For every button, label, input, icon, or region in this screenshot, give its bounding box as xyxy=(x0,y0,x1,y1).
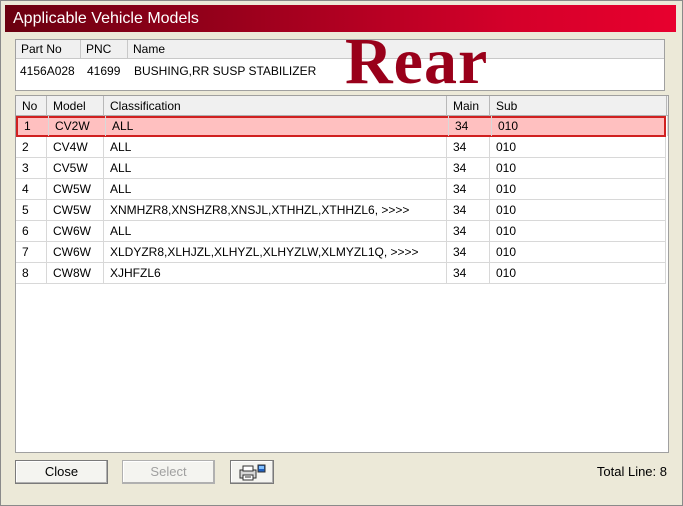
pnc-value: 41699 xyxy=(87,64,121,78)
cell-classification: ALL xyxy=(104,179,447,199)
printer-icon xyxy=(239,464,266,481)
table-row[interactable]: 6 CW6W ALL 34 010 xyxy=(16,221,666,242)
cell-sub: 010 xyxy=(490,200,666,220)
cell-main: 34 xyxy=(447,221,490,241)
cell-model: CV2W xyxy=(49,116,106,136)
cell-sub: 010 xyxy=(490,158,666,178)
cell-sub: 010 xyxy=(490,263,666,283)
cell-model: CV4W xyxy=(47,137,104,157)
table-row[interactable]: 1 CV2W ALL 34 010 xyxy=(16,116,668,137)
column-header-sub[interactable]: Sub xyxy=(490,96,667,116)
cell-classification: ALL xyxy=(104,137,447,157)
table-row[interactable]: 8 CW8W XJHFZL6 34 010 xyxy=(16,263,666,284)
cell-model: CW5W xyxy=(47,200,104,220)
print-button[interactable] xyxy=(230,460,274,484)
applicable-vehicle-models-window: Applicable Vehicle Models Part No PNC Na… xyxy=(0,0,683,506)
cell-main: 34 xyxy=(449,116,492,136)
part-no-header: Part No xyxy=(16,40,81,59)
table-row[interactable]: 2 CV4W ALL 34 010 xyxy=(16,137,666,158)
part-info-panel: Part No PNC Name 4156A028 41699 BUSHING,… xyxy=(15,39,665,91)
cell-main: 34 xyxy=(447,179,490,199)
column-header-main[interactable]: Main xyxy=(447,96,490,116)
cell-no: 6 xyxy=(16,221,47,241)
cell-sub: 010 xyxy=(492,116,668,136)
column-header-classification[interactable]: Classification xyxy=(104,96,447,116)
cell-classification: ALL xyxy=(104,221,447,241)
cell-model: CW8W xyxy=(47,263,104,283)
table-header: No Model Classification Main Sub xyxy=(16,96,668,116)
pnc-header: PNC xyxy=(81,40,128,59)
table-row[interactable]: 5 CW5W XNMHZR8,XNSHZR8,XNSJL,XTHHZL,XTHHZL… xyxy=(16,200,666,221)
cell-classification: XLDYZR8,XLHJZL,XLHYZL,XLHYZLW,XLMYZL1Q, … xyxy=(104,242,447,262)
cell-classification: ALL xyxy=(104,158,447,178)
column-header-model[interactable]: Model xyxy=(47,96,104,116)
part-name-value: BUSHING,RR SUSP STABILIZER xyxy=(134,64,317,78)
cell-sub: 010 xyxy=(490,242,666,262)
part-info-header: Part No PNC Name xyxy=(16,40,664,59)
cell-model: CW5W xyxy=(47,179,104,199)
total-line-count: Total Line: 8 xyxy=(596,464,667,479)
cell-sub: 010 xyxy=(490,179,666,199)
rear-overlay-label: Rear xyxy=(345,25,489,98)
cell-sub: 010 xyxy=(490,137,666,157)
part-no-value: 4156A028 xyxy=(20,64,75,78)
cell-model: CV5W xyxy=(47,158,104,178)
cell-no: 2 xyxy=(16,137,47,157)
table-row[interactable]: 7 CW6W XLDYZR8,XLHJZL,XLHYZL,XLHYZLW,XLMYZ… xyxy=(16,242,666,263)
title-bar[interactable]: Applicable Vehicle Models xyxy=(5,5,676,32)
cell-no: 8 xyxy=(16,263,47,283)
cell-model: CW6W xyxy=(47,221,104,241)
cell-no: 5 xyxy=(16,200,47,220)
cell-no: 1 xyxy=(18,116,49,136)
cell-main: 34 xyxy=(447,263,490,283)
part-info-row: 4156A028 41699 BUSHING,RR SUSP STABILIZE… xyxy=(16,64,664,82)
select-button[interactable]: Select xyxy=(122,460,215,484)
cell-classification: ALL xyxy=(106,116,449,136)
column-header-no[interactable]: No xyxy=(16,96,47,116)
cell-main: 34 xyxy=(447,158,490,178)
cell-no: 4 xyxy=(16,179,47,199)
cell-sub: 010 xyxy=(490,221,666,241)
close-button[interactable]: Close xyxy=(15,460,108,484)
table-row[interactable]: 3 CV5W ALL 34 010 xyxy=(16,158,666,179)
table-row[interactable]: 4 CW5W ALL 34 010 xyxy=(16,179,666,200)
cell-main: 34 xyxy=(447,200,490,220)
cell-main: 34 xyxy=(447,137,490,157)
cell-model: CW6W xyxy=(47,242,104,262)
vehicle-models-table: No Model Classification Main Sub 1 CV2W AL… xyxy=(15,95,669,453)
cell-main: 34 xyxy=(447,242,490,262)
window-title: Applicable Vehicle Models xyxy=(13,10,199,27)
cell-no: 3 xyxy=(16,158,47,178)
cell-classification: XNMHZR8,XNSHZR8,XNSJL,XTHHZL,XTHHZL6, >>… xyxy=(104,200,447,220)
cell-no: 7 xyxy=(16,242,47,262)
cell-classification: XJHFZL6 xyxy=(104,263,447,283)
